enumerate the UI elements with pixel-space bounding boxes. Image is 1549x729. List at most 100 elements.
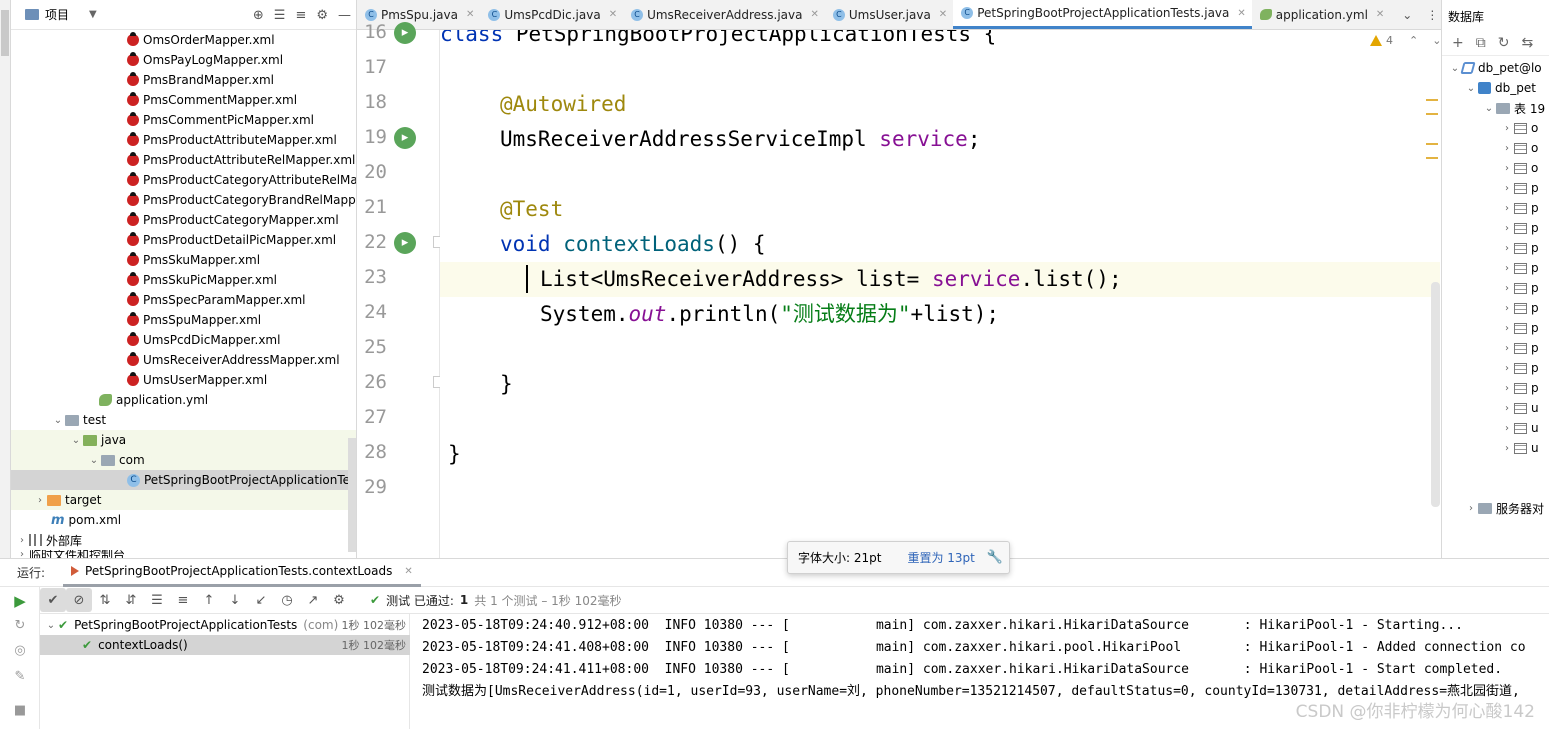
chevron-right-icon[interactable]: › <box>1500 303 1514 314</box>
chevron-right-icon[interactable]: › <box>1500 423 1514 434</box>
chevron-right-icon[interactable]: › <box>1500 323 1514 334</box>
run-bean-icon[interactable]: ▸ <box>394 127 416 149</box>
tree-item-mapper-xml[interactable]: PmsCommentMapper.xml <box>11 90 356 110</box>
db-table-item[interactable]: › o <box>1442 138 1549 158</box>
chevron-right-icon[interactable]: › <box>1500 443 1514 454</box>
chevron-up-icon[interactable]: ⌃ <box>1409 34 1418 47</box>
stop-icon[interactable]: ■ <box>12 703 28 719</box>
chevron-down-icon[interactable]: ⌄ <box>44 620 58 631</box>
chevron-down-icon[interactable]: ⌄ <box>51 415 65 426</box>
db-table-item[interactable]: › o <box>1442 158 1549 178</box>
tree-item-mapper-xml[interactable]: PmsProductCategoryBrandRelMappe <box>11 190 356 210</box>
db-schema-item[interactable]: ⌄ db_pet <box>1442 78 1549 98</box>
test-suite-row[interactable]: ⌄ ✔ PetSpringBootProjectApplicationTests… <box>40 615 410 635</box>
previous-icon[interactable]: ↑ <box>196 588 222 612</box>
chevron-down-icon[interactable]: ⌄ <box>1402 8 1412 22</box>
tree-item-java-folder[interactable]: ⌄ java <box>11 430 356 450</box>
project-scrollbar[interactable] <box>348 438 356 552</box>
tree-item-mapper-xml[interactable]: PmsSkuMapper.xml <box>11 250 356 270</box>
db-table-item[interactable]: › p <box>1442 258 1549 278</box>
tree-item-target-folder[interactable]: › target <box>11 490 356 510</box>
tree-item-external-libs[interactable]: › 外部库 <box>11 530 356 550</box>
chevron-right-icon[interactable]: › <box>15 550 29 558</box>
export-icon[interactable]: ↗ <box>300 588 326 612</box>
tree-item-test-class[interactable]: C PetSpringBootProjectApplicationTest <box>11 470 356 490</box>
tree-item-application-yml[interactable]: application.yml <box>11 390 356 410</box>
run-class-icon[interactable]: ▸ <box>394 22 416 44</box>
db-table-item[interactable]: › p <box>1442 298 1549 318</box>
chevron-right-icon[interactable]: › <box>1500 183 1514 194</box>
tree-item-mapper-xml[interactable]: OmsOrderMapper.xml <box>11 30 356 50</box>
db-table-item[interactable]: › p <box>1442 218 1549 238</box>
chevron-right-icon[interactable]: › <box>1500 363 1514 374</box>
expand-all-icon[interactable]: ☰ <box>144 588 170 612</box>
collapse-all-icon[interactable]: ≡ <box>295 8 306 23</box>
wrench-icon[interactable]: 🔧 <box>987 550 1003 565</box>
rerun-icon[interactable]: ▶ <box>12 593 28 609</box>
tab-application-yml[interactable]: application.yml ✕ <box>1252 0 1391 29</box>
chevron-right-icon[interactable]: › <box>1500 203 1514 214</box>
gear-icon[interactable]: ⚙ <box>326 588 352 612</box>
code-editor[interactable]: class PetSpringBootProjectApplicationTes… <box>440 30 1440 558</box>
chevron-right-icon[interactable]: › <box>1500 403 1514 414</box>
inspection-widget[interactable]: 4 ⌃ ⌄ <box>1370 34 1440 47</box>
tree-item-mapper-xml[interactable]: PmsSkuPicMapper.xml <box>11 270 356 290</box>
more-icon[interactable]: ⋮ <box>1426 8 1438 22</box>
tab-petspringbootprojectapplicationtests-java[interactable]: C PetSpringBootProjectApplicationTests.ja… <box>953 0 1252 29</box>
chevron-right-icon[interactable]: › <box>15 535 29 546</box>
tree-item-mapper-xml[interactable]: PmsProductCategoryMapper.xml <box>11 210 356 230</box>
camera-icon[interactable]: ◎ <box>12 643 28 659</box>
db-table-item[interactable]: › p <box>1442 198 1549 218</box>
db-table-item[interactable]: › u <box>1442 438 1549 458</box>
refresh-icon[interactable]: ↻ <box>1498 35 1510 51</box>
editor-scrollbar[interactable] <box>1431 282 1440 507</box>
sort-alpha-icon[interactable]: ⇅ <box>92 588 118 612</box>
close-icon[interactable]: ✕ <box>404 566 412 577</box>
chevron-down-icon[interactable]: ⌄ <box>1482 103 1496 114</box>
chevron-right-icon[interactable]: › <box>1500 263 1514 274</box>
chevron-right-icon[interactable]: › <box>1500 343 1514 354</box>
db-table-item[interactable]: › p <box>1442 278 1549 298</box>
minimize-icon[interactable]: — <box>338 8 351 23</box>
db-table-item[interactable]: › u <box>1442 418 1549 438</box>
tree-item-mapper-xml[interactable]: PmsBrandMapper.xml <box>11 70 356 90</box>
history-icon[interactable]: ◷ <box>274 588 300 612</box>
chevron-down-icon[interactable]: ⌄ <box>1432 34 1440 47</box>
tab-umsuser-java[interactable]: C UmsUser.java ✕ <box>825 0 953 29</box>
chevron-down-icon[interactable]: ⌄ <box>87 455 101 466</box>
tree-item-scratches[interactable]: › 临时文件和控制台 <box>11 550 356 558</box>
tree-item-mapper-xml[interactable]: PmsProductAttributeMapper.xml <box>11 130 356 150</box>
run-test-icon[interactable]: ▸ <box>394 232 416 254</box>
db-table-item[interactable]: › p <box>1442 238 1549 258</box>
warning-stripe-marker[interactable] <box>1426 113 1438 115</box>
locate-icon[interactable]: ⊕ <box>253 8 264 23</box>
gear-icon[interactable]: ⚙ <box>316 8 328 23</box>
project-tool-button[interactable] <box>1 10 9 56</box>
close-icon[interactable]: ✕ <box>1376 9 1384 20</box>
tab-umspcddic-java[interactable]: C UmsPcdDic.java ✕ <box>480 0 623 29</box>
chevron-right-icon[interactable]: › <box>1500 123 1514 134</box>
warning-stripe-marker[interactable] <box>1426 143 1438 145</box>
tree-item-mapper-xml[interactable]: OmsPayLogMapper.xml <box>11 50 356 70</box>
chevron-right-icon[interactable]: › <box>1500 143 1514 154</box>
rerun-failed-icon[interactable]: ↻ <box>12 618 28 634</box>
sync-icon[interactable]: ⇆ <box>1521 35 1533 51</box>
db-table-item[interactable]: › p <box>1442 338 1549 358</box>
tree-item-mapper-xml[interactable]: PmsProductDetailPicMapper.xml <box>11 230 356 250</box>
run-tab[interactable]: PetSpringBootProjectApplicationTests.con… <box>63 559 421 587</box>
chevron-right-icon[interactable]: › <box>1500 223 1514 234</box>
chevron-right-icon[interactable]: › <box>1500 243 1514 254</box>
db-table-item[interactable]: › u <box>1442 398 1549 418</box>
tree-item-mapper-xml[interactable]: UmsReceiverAddressMapper.xml <box>11 350 356 370</box>
tree-item-mapper-xml[interactable]: UmsUserMapper.xml <box>11 370 356 390</box>
close-icon[interactable]: ✕ <box>1237 8 1245 19</box>
show-ignored-icon[interactable]: ⊘ <box>66 588 92 612</box>
tab-umsreceiveraddress-java[interactable]: C UmsReceiverAddress.java ✕ <box>623 0 825 29</box>
db-table-item[interactable]: › p <box>1442 318 1549 338</box>
reset-font-link[interactable]: 重置为 13pt <box>907 549 974 566</box>
warning-stripe-marker[interactable] <box>1426 99 1438 101</box>
db-table-item[interactable]: › p <box>1442 378 1549 398</box>
add-icon[interactable]: + <box>1452 35 1464 51</box>
chevron-down-icon[interactable]: ⌄ <box>69 435 83 446</box>
chevron-right-icon[interactable]: › <box>1500 163 1514 174</box>
